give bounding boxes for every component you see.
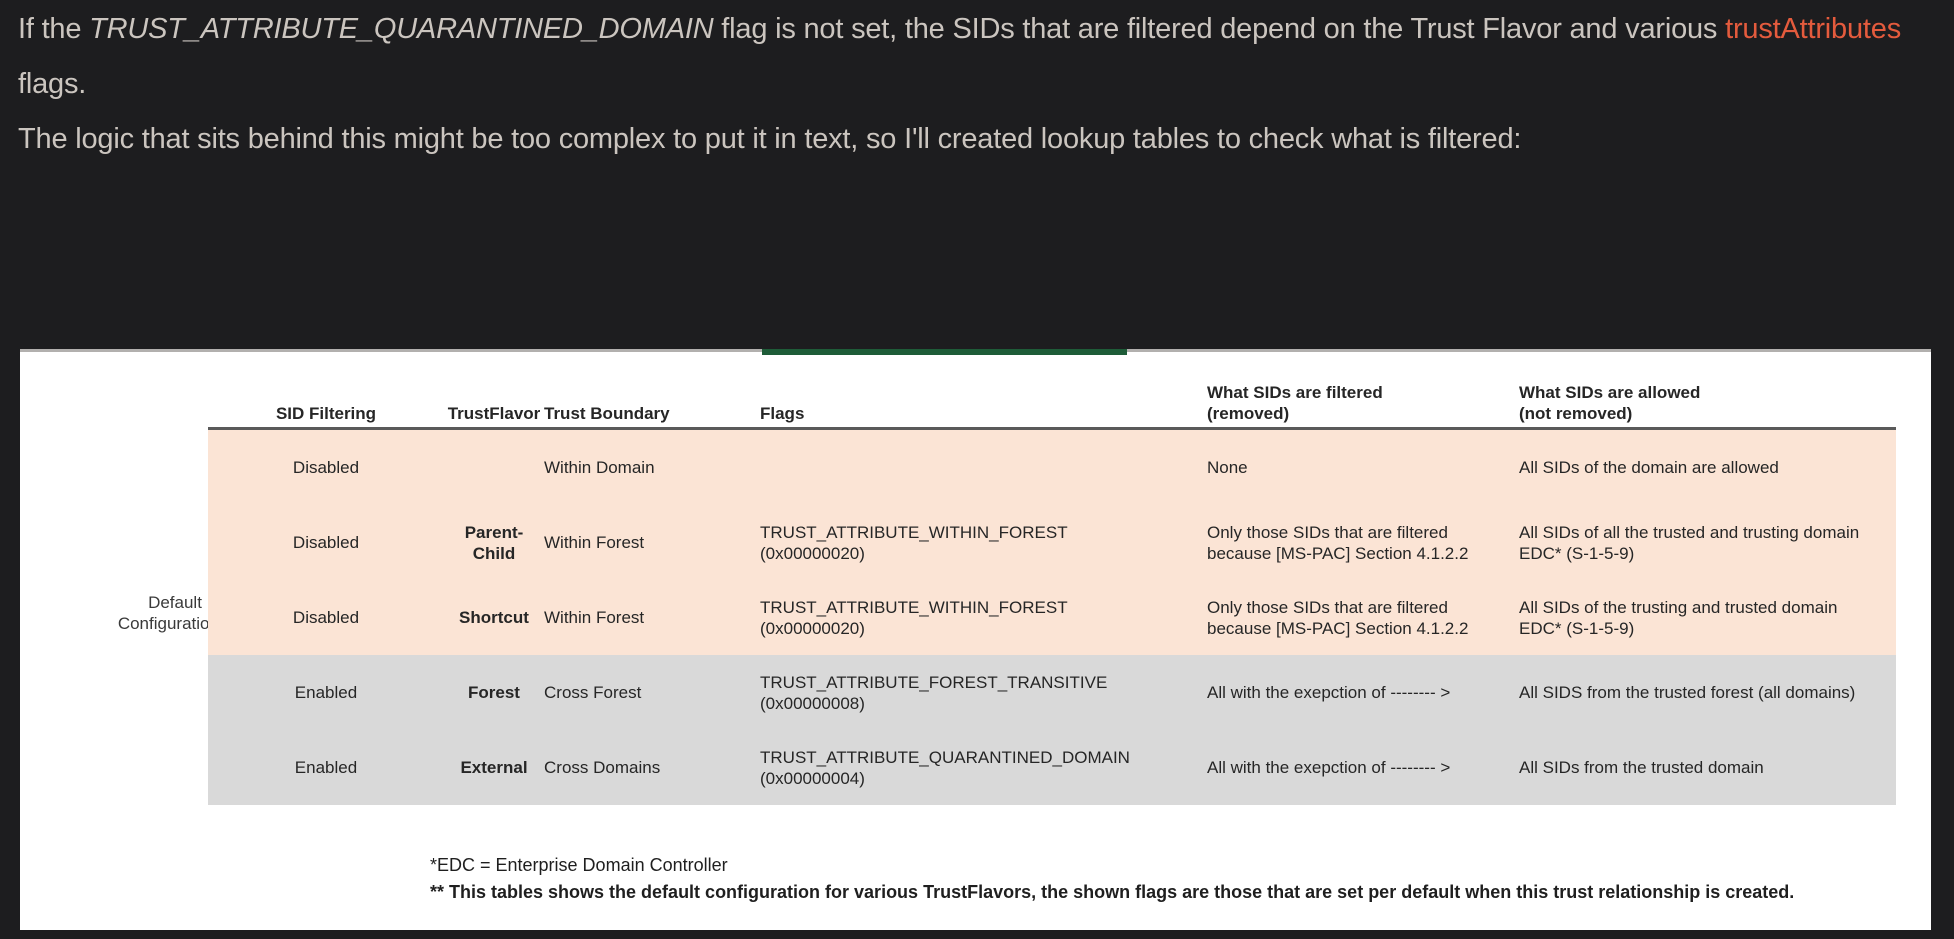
table-image-panel: Default Configuration** SID Filtering Tr… <box>20 349 1931 930</box>
cell-flags: TRUST_ATTRIBUTE_WITHIN_FOREST (0x0000002… <box>734 522 1179 564</box>
cell-trust-boundary: Within Forest <box>544 532 734 553</box>
header-sids-filtered: What SIDs are filtered (removed) <box>1179 382 1491 424</box>
cell-sid-filtering: Disabled <box>208 532 444 553</box>
cell-trustflavor: External <box>444 757 544 778</box>
header-flags: Flags <box>734 403 1179 424</box>
cell-flags: TRUST_ATTRIBUTE_FOREST_TRANSITIVE (0x000… <box>734 672 1179 714</box>
intro-p1-suffix: flags. <box>18 68 86 100</box>
cell-sids-filtered: All with the exepction of -------- > <box>1179 682 1491 703</box>
cell-sids-allowed: All SIDs from the trusted domain <box>1491 757 1896 778</box>
cell-trust-boundary: Cross Forest <box>544 682 734 703</box>
table-row: Enabled Forest Cross Forest TRUST_ATTRIB… <box>208 655 1896 730</box>
cell-sids-allowed: All SIDs of the domain are allowed <box>1491 457 1896 478</box>
header-trust-boundary: Trust Boundary <box>544 403 734 424</box>
table-row: Disabled Parent-Child Within Forest TRUS… <box>208 505 1896 580</box>
header-trustflavor: TrustFlavor <box>444 403 544 424</box>
table-row: Disabled Within Domain None All SIDs of … <box>208 430 1896 505</box>
cell-trust-boundary: Cross Domains <box>544 757 734 778</box>
sid-filtering-table: SID Filtering TrustFlavor Trust Boundary… <box>208 352 1896 805</box>
trustattributes-link[interactable]: trustAttributes <box>1725 13 1901 45</box>
footnote-edc: *EDC = Enterprise Domain Controller <box>430 852 1794 879</box>
cell-flags: TRUST_ATTRIBUTE_QUARANTINED_DOMAIN (0x00… <box>734 747 1179 789</box>
cell-trustflavor: Shortcut <box>444 607 544 628</box>
table-header-row: SID Filtering TrustFlavor Trust Boundary… <box>208 352 1896 430</box>
flag-name-italic: TRUST_ATTRIBUTE_QUARANTINED_DOMAIN <box>89 13 713 45</box>
header-sid-filtering: SID Filtering <box>208 403 444 424</box>
table-row: Enabled External Cross Domains TRUST_ATT… <box>208 730 1896 805</box>
cell-sids-filtered: Only those SIDs that are filtered becaus… <box>1179 522 1491 564</box>
cell-sids-filtered: Only those SIDs that are filtered becaus… <box>1179 597 1491 639</box>
cell-sids-filtered: All with the exepction of -------- > <box>1179 757 1491 778</box>
cell-sids-allowed: All SIDs of the trusting and trusted dom… <box>1491 597 1896 639</box>
cell-trust-boundary: Within Forest <box>544 607 734 628</box>
cell-sid-filtering: Enabled <box>208 682 444 703</box>
intro-p1-prefix: If the <box>18 13 89 45</box>
cell-trustflavor: Parent-Child <box>444 522 544 564</box>
intro-text: If the TRUST_ATTRIBUTE_QUARANTINED_DOMAI… <box>18 2 1934 167</box>
footnote-default-config: ** This tables shows the default configu… <box>430 879 1794 906</box>
intro-paragraph-2: The logic that sits behind this might be… <box>18 112 1934 167</box>
intro-paragraph-1: If the TRUST_ATTRIBUTE_QUARANTINED_DOMAI… <box>18 2 1934 112</box>
cell-trustflavor: Forest <box>444 682 544 703</box>
cell-sid-filtering: Disabled <box>208 607 444 628</box>
table-row: Disabled Shortcut Within Forest TRUST_AT… <box>208 580 1896 655</box>
cell-sids-allowed: All SIDs of all the trusted and trusting… <box>1491 522 1896 564</box>
cell-flags: TRUST_ATTRIBUTE_WITHIN_FOREST (0x0000002… <box>734 597 1179 639</box>
cell-sids-allowed: All SIDS from the trusted forest (all do… <box>1491 682 1896 703</box>
header-sids-allowed: What SIDs are allowed (not removed) <box>1491 382 1896 424</box>
cell-sid-filtering: Disabled <box>208 457 444 478</box>
cell-sid-filtering: Enabled <box>208 757 444 778</box>
table-footnotes: *EDC = Enterprise Domain Controller ** T… <box>430 852 1794 906</box>
cell-trust-boundary: Within Domain <box>544 457 734 478</box>
cell-sids-filtered: None <box>1179 457 1491 478</box>
intro-p1-middle: flag is not set, the SIDs that are filte… <box>713 13 1725 45</box>
